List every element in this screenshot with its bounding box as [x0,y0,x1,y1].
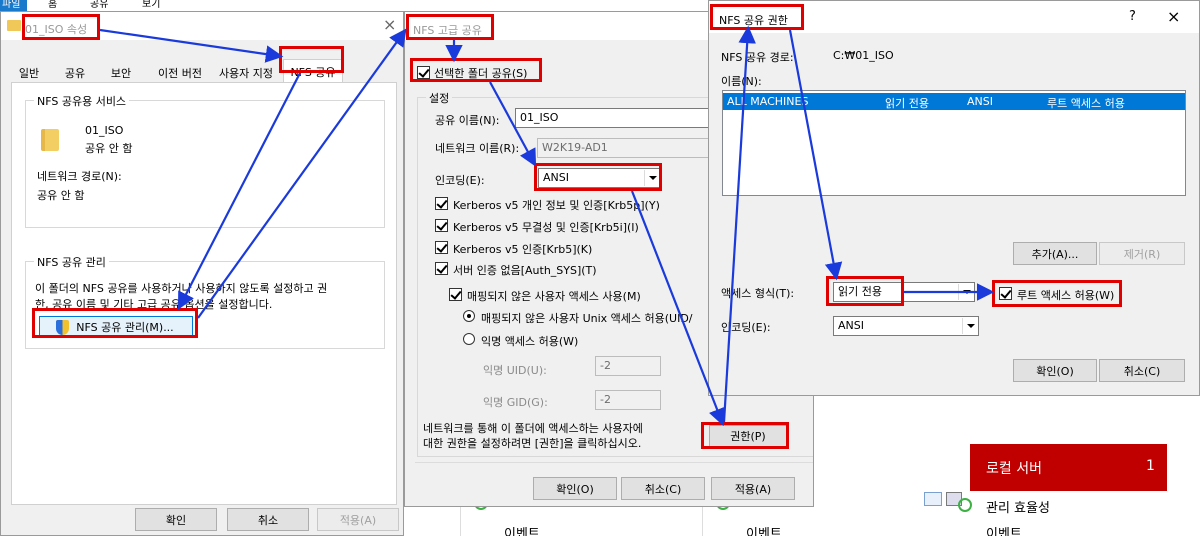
highlight-encoding [534,163,662,191]
tab-previous-versions[interactable]: 이전 버전 [149,63,211,83]
unix-access-radio[interactable] [463,310,475,322]
ribbon-view-tab[interactable]: 보기 [142,0,160,10]
highlight-nfs-tab [279,46,344,73]
permission-description-line2: 대한 권한을 설정하려면 [권한]을 클릭하십시오. [423,437,642,450]
auth-sys-checkbox[interactable] [435,262,448,275]
network-name-label: 네트워크 이름(R): [435,142,520,155]
chevron-down-icon [962,318,977,334]
row-encoding: ANSI [967,95,993,108]
cancel-button[interactable]: 취소(C) [621,477,705,500]
folder-name: 01_ISO [85,124,124,137]
encoding-select[interactable]: ANSI [833,316,979,336]
local-server-count: 1 [1146,458,1155,474]
apply-button[interactable]: 적용(A) [317,508,399,531]
ok-button[interactable]: 확인(O) [533,477,617,500]
ok-button[interactable]: 확인(O) [1013,359,1097,382]
network-path-value: 공유 안 함 [37,189,85,202]
highlight-advanced-title [406,14,494,40]
tile-divider [702,506,703,536]
status-ok-icon [958,498,972,512]
share-name-label: 공유 이름(N): [435,114,500,127]
anon-uid-label: 익명 UID(U): [483,364,547,377]
encoding-select-value: ANSI [838,319,864,332]
anon-uid-input: -2 [595,356,661,376]
unmapped-access-label[interactable]: 매핑되지 않은 사용자 액세스 사용(M) [467,288,641,304]
ribbon-home-tab[interactable]: 홈 [48,0,57,10]
ok-button[interactable]: 확인 [135,508,217,531]
names-label: 이름(N): [721,75,762,88]
add-button[interactable]: 추가(A)... [1013,242,1097,265]
apply-button[interactable]: 적용(A) [711,477,795,500]
highlight-share-checkbox [410,58,542,82]
tile-divider [460,506,461,536]
krb5-label[interactable]: Kerberos v5 인증[Krb5](K) [453,241,592,257]
settings-group-label: 설정 [426,90,453,106]
close-icon[interactable]: × [383,17,396,33]
manageability-label[interactable]: 관리 효율성 [986,497,1050,516]
anonymous-access-radio[interactable] [463,333,475,345]
encoding-label: 인코딩(E): [721,321,771,334]
share-path-label: NFS 공유 경로: [721,51,794,64]
tab-security[interactable]: 보안 [103,63,139,83]
divider [415,462,813,463]
view-toggle-icon[interactable] [924,492,942,506]
ribbon-share-tab[interactable]: 공유 [90,0,108,10]
krb5p-checkbox[interactable] [435,197,448,210]
help-icon[interactable]: ? [1129,9,1136,24]
list-item[interactable]: ALL MACHINES 읽기 전용 ANSI 루트 액세스 허용 [723,93,1185,110]
access-type-label: 액세스 형식(T): [721,287,795,300]
krb5-checkbox[interactable] [435,241,448,254]
cancel-button[interactable]: 취소(C) [1099,359,1185,382]
encoding-label: 인코딩(E): [435,174,485,187]
share-permissions-dialog: NFS 공유 권한 ? × NFS 공유 경로: C:₩01_ISO 이름(N)… [708,0,1200,396]
permissions-list[interactable]: ALL MACHINES 읽기 전용 ANSI 루트 액세스 허용 [722,90,1186,196]
anon-gid-label: 익명 GID(G): [483,396,548,409]
highlight-permissions-title [710,4,804,30]
unmapped-access-checkbox[interactable] [449,288,462,301]
ribbon-file-tab[interactable]: 파일 [0,0,27,11]
chevron-down-icon [958,284,973,300]
nfs-manage-group-label: NFS 공유 관리 [34,254,109,270]
cancel-button[interactable]: 취소 [227,508,309,531]
anon-gid-input: -2 [595,390,661,410]
highlight-root-access [992,280,1122,307]
events-label-1[interactable]: 이벤트 [504,523,540,536]
network-path-label: 네트워크 경로(N): [37,170,122,183]
folder-icon [7,20,21,31]
local-server-tile[interactable]: 로컬 서버 1 [970,444,1167,491]
local-server-label: 로컬 서버 [986,461,1042,477]
highlight-properties-title [22,14,100,40]
folder-share-status: 공유 안 함 [85,142,133,155]
tab-customize[interactable]: 사용자 지정 [215,63,277,83]
share-path-value: C:₩01_ISO [833,49,894,62]
events-label-2[interactable]: 이벤트 [746,523,782,536]
highlight-permissions-button [701,422,789,449]
krb5i-label[interactable]: Kerberos v5 무결성 및 인증[Krb5i](I) [453,219,639,235]
anonymous-access-label[interactable]: 익명 액세스 허용(W) [481,333,578,349]
nfs-service-group-label: NFS 공유용 서비스 [34,93,130,109]
folder-icon [41,129,59,151]
highlight-access-type [826,276,904,306]
properties-dialog: 01_ISO 속성 × 일반 공유 보안 이전 버전 사용자 지정 NFS 공유… [0,11,404,536]
row-name: ALL MACHINES [727,95,809,108]
permission-description-line1: 네트워크를 통해 이 폴더에 액세스하는 사용자에 [423,422,643,435]
tab-general[interactable]: 일반 [13,63,45,83]
manage-description-line1: 이 폴더의 NFS 공유를 사용하거나 사용하지 않도록 설정하고 권 [35,282,328,295]
tab-sharing[interactable]: 공유 [57,63,93,83]
unix-access-label[interactable]: 매핑되지 않은 사용자 Unix 액세스 허용(UID/ [481,310,693,326]
nfs-service-group: NFS 공유용 서비스 [25,93,385,228]
remove-button[interactable]: 제거(R) [1099,242,1185,265]
close-icon[interactable]: × [1167,9,1180,25]
krb5p-label[interactable]: Kerberos v5 개인 정보 및 인증[Krb5p](Y) [453,197,660,213]
events-label-3[interactable]: 이벤트 [986,523,1022,536]
row-access: 읽기 전용 [885,97,929,110]
highlight-manage-button [32,308,198,338]
krb5i-checkbox[interactable] [435,219,448,232]
row-root: 루트 액세스 허용 [1047,97,1125,110]
auth-sys-label[interactable]: 서버 인증 없음[Auth_SYS](T) [453,262,597,278]
